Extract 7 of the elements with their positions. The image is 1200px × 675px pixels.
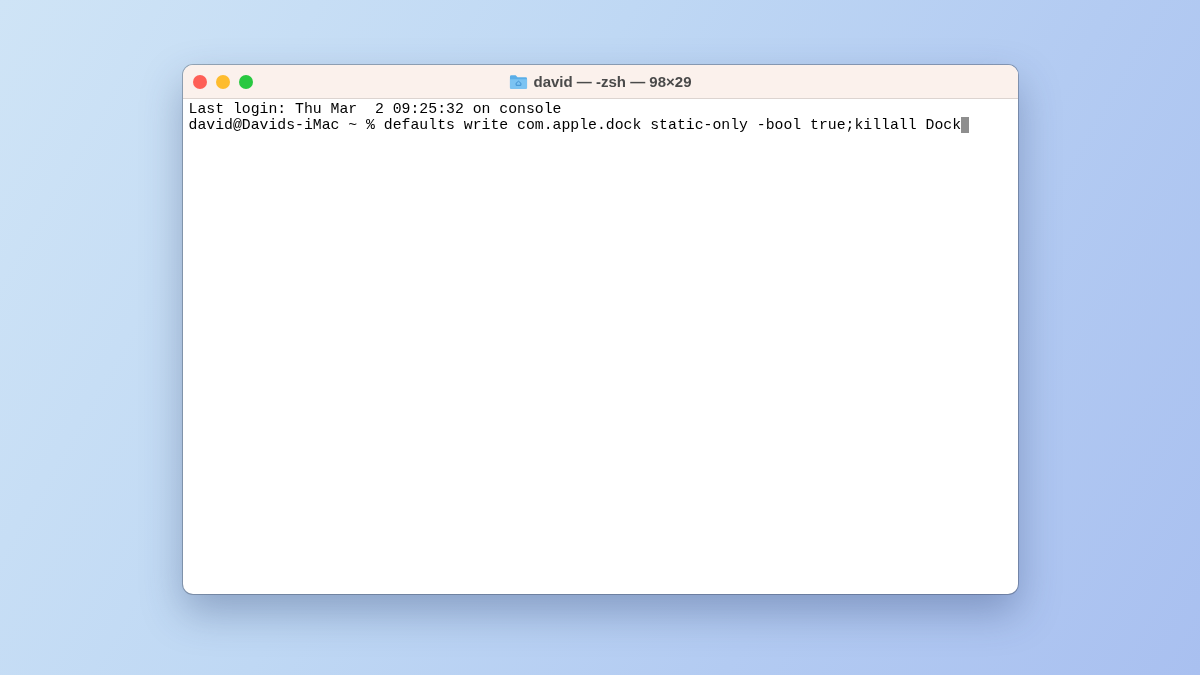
zoom-button[interactable] xyxy=(238,74,253,89)
terminal-line: david@Davids-iMac ~ % defaults write com.apple.dock static-only -bool true;killall Dock xyxy=(188,117,962,133)
close-button[interactable] xyxy=(192,74,207,89)
minimize-button[interactable] xyxy=(215,74,230,89)
folder-icon xyxy=(508,73,528,90)
terminal-line: Last login: Thu Mar 2 09:25:32 on console xyxy=(188,101,562,117)
window-title: david — -zsh — 98×29 xyxy=(533,73,692,90)
